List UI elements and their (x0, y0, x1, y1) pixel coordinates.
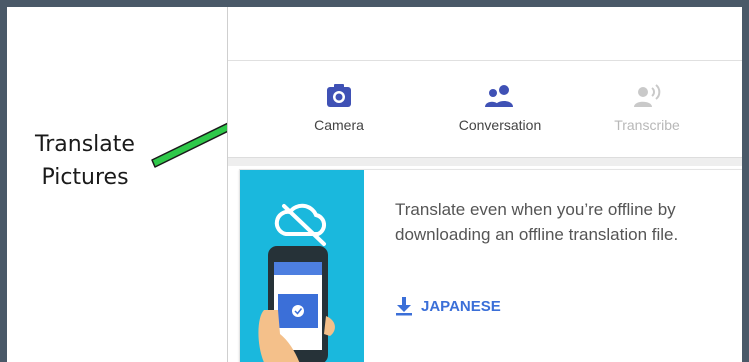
mode-camera-label: Camera (314, 117, 364, 133)
annotation-line-2: Pictures (41, 165, 129, 190)
screenshot-frame: Translate Pictures Camera Conversation T… (0, 0, 749, 362)
people-icon (485, 85, 513, 107)
download-language-label: JAPANESE (421, 297, 501, 315)
translate-app-panel: Camera Conversation Transcribe Translate… (227, 7, 742, 362)
offline-download-card: Translate even when you’re offline by do… (239, 169, 742, 362)
app-header (228, 7, 742, 61)
mode-conversation-label: Conversation (458, 117, 542, 133)
annotation-label: Translate Pictures (15, 128, 155, 194)
camera-icon (327, 84, 351, 107)
mode-camera-button[interactable]: Camera (274, 83, 404, 133)
mode-transcribe-button[interactable]: Transcribe (582, 83, 712, 133)
section-divider (228, 157, 742, 166)
transcribe-icon (634, 84, 661, 107)
annotation-line-1: Translate (35, 132, 135, 157)
offline-phone-illustration (240, 170, 364, 362)
download-icon (396, 297, 412, 316)
mode-conversation-button[interactable]: Conversation (435, 83, 565, 133)
offline-message: Translate even when you’re offline by do… (395, 200, 679, 244)
download-japanese-link[interactable]: JAPANESE (395, 296, 501, 316)
mode-transcribe-label: Transcribe (614, 117, 680, 133)
